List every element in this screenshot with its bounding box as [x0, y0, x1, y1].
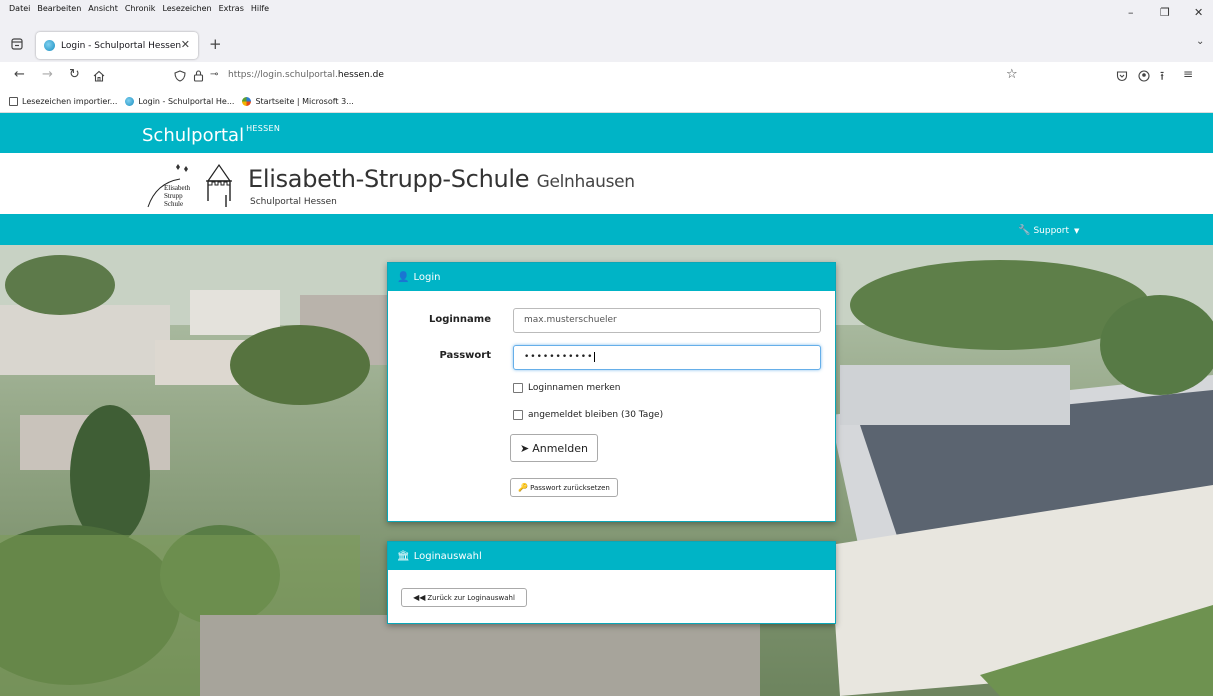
remember-checkbox[interactable]: Loginnamen merken	[513, 383, 621, 393]
password-reset-label: Passwort zurücksetzen	[530, 483, 610, 492]
school-city: Gelnhausen	[536, 172, 635, 192]
url-prefix: https://login.schulportal.	[228, 70, 338, 80]
double-left-icon: ◀◀	[413, 593, 426, 602]
menu-hamburger-icon[interactable]: ≡	[1183, 67, 1193, 81]
new-tab-icon[interactable]: +	[209, 35, 222, 53]
bookmark-schulportal[interactable]: Login - Schulportal He...	[125, 96, 235, 106]
password-value: •••••••••••	[524, 352, 594, 362]
back-to-login-choice-button[interactable]: ◀◀ Zurück zur Loginauswahl	[401, 588, 527, 607]
login-panel-header: 👤 Login	[388, 263, 835, 291]
chevron-down-icon[interactable]: ⌄	[1196, 36, 1204, 47]
portal-top-band: Schulportal HESSEN	[0, 113, 1213, 153]
text-cursor	[594, 352, 596, 362]
menu-hilfe[interactable]: Hilfe	[251, 4, 269, 13]
school-name: Elisabeth-Strupp-Schule Gelnhausen	[248, 165, 635, 193]
forward-icon[interactable]: →	[42, 67, 53, 82]
key-icon: 🔑	[518, 483, 529, 492]
remember-checkbox-label: Loginnamen merken	[528, 383, 621, 393]
reload-icon[interactable]: ↻	[69, 67, 80, 82]
bookmarks-bar: Lesezeichen importier... Login - Schulpo…	[0, 90, 1213, 113]
back-icon[interactable]: ←	[14, 67, 25, 82]
close-window-icon[interactable]: ✕	[1194, 6, 1203, 19]
menu-ansicht[interactable]: Ansicht	[88, 4, 118, 13]
home-icon[interactable]	[93, 70, 105, 82]
restore-icon[interactable]: ❐	[1160, 6, 1170, 19]
schulportal-favicon-icon	[125, 96, 135, 106]
remember-checkbox-box[interactable]	[513, 383, 523, 393]
tab-list-icon[interactable]	[11, 38, 23, 50]
password-label: Passwort	[439, 350, 491, 361]
share-icon[interactable]: ⭱	[1160, 67, 1164, 88]
bookmark-star-icon[interactable]: ☆	[1006, 67, 1018, 82]
back-to-login-choice-label: Zurück zur Loginauswahl	[427, 593, 515, 602]
support-label: Support	[1033, 225, 1070, 236]
stay-logged-in-checkbox-label: angemeldet bleiben (30 Tage)	[528, 410, 664, 420]
wrench-icon: 🔧	[1018, 225, 1031, 236]
schulportal-favicon-icon	[44, 40, 55, 51]
portal-brand-text: Schulportal	[142, 125, 245, 146]
menu-bearbeiten[interactable]: Bearbeiten	[37, 4, 81, 13]
password-input[interactable]: •••••••••••	[513, 345, 821, 370]
login-submit-button[interactable]: ➤ Anmelden	[510, 434, 598, 462]
url-domain: hessen.de	[337, 70, 384, 80]
import-icon	[9, 96, 18, 106]
stay-logged-in-checkbox[interactable]: angemeldet bleiben (30 Tage)	[513, 410, 663, 420]
portal-brand[interactable]: Schulportal HESSEN	[142, 124, 280, 146]
login-choice-header: 🏛 Loginauswahl	[388, 542, 835, 570]
bookmark-microsoft-label: Startseite | Microsoft 3...	[255, 96, 354, 106]
school-name-text: Elisabeth-Strupp-Schule	[248, 165, 530, 193]
bookmark-import-label: Lesezeichen importier...	[22, 96, 118, 106]
account-icon[interactable]	[1138, 70, 1150, 82]
portal-brand-sup: HESSEN	[246, 124, 281, 133]
bookmark-import[interactable]: Lesezeichen importier...	[9, 96, 118, 106]
menu-lesezeichen[interactable]: Lesezeichen	[162, 4, 211, 13]
minimize-icon[interactable]: –	[1128, 6, 1134, 19]
sign-in-icon: ➤	[520, 441, 530, 455]
tab-title: Login - Schulportal Hessen	[61, 40, 182, 51]
bookmark-microsoft[interactable]: Startseite | Microsoft 3...	[242, 96, 354, 106]
login-choice-panel: 🏛 Loginauswahl ◀◀ Zurück zur Loginauswah…	[387, 541, 836, 624]
close-tab-icon[interactable]: ✕	[181, 38, 190, 51]
menu-extras[interactable]: Extras	[219, 4, 244, 13]
logo-text-schule: Schule	[164, 200, 183, 208]
user-icon: 👤	[397, 271, 410, 283]
login-choice-title: Loginauswahl	[413, 550, 482, 562]
url-bar[interactable]: https://login.schulportal.hessen.de	[228, 70, 384, 80]
shield-icon[interactable]	[174, 70, 186, 82]
microsoft-favicon-icon	[242, 96, 252, 106]
menu-bar: Datei Bearbeiten Ansicht Chronik Lesezei…	[0, 0, 1213, 26]
tab-bar: Login - Schulportal Hessen ✕ + ⌄	[0, 26, 1213, 62]
login-submit-label: Anmelden	[532, 441, 588, 455]
bookmark-schulportal-label: Login - Schulportal He...	[138, 96, 235, 106]
menu-datei[interactable]: Datei	[9, 4, 30, 13]
caret-down-icon: ▼	[1074, 226, 1080, 235]
password-reset-button[interactable]: 🔑 Passwort zurücksetzen	[510, 478, 618, 497]
institution-icon: 🏛	[397, 550, 410, 562]
nav-toolbar: ← → ↻ ⊸ https://login.schulportal.hessen…	[0, 62, 1213, 90]
logo-text-strupp: Strupp	[164, 192, 183, 200]
login-panel: 👤 Login Loginname max.musterschueler Pas…	[387, 262, 836, 522]
school-logo-icon: Elisabeth Strupp Schule	[147, 163, 232, 208]
login-panel-title: Login	[413, 271, 441, 283]
logo-text-elisabeth: Elisabeth	[164, 184, 191, 192]
key-permission-icon[interactable]: ⊸	[210, 69, 218, 80]
support-dropdown[interactable]: 🔧 Support ▼	[1018, 225, 1079, 236]
stay-logged-in-checkbox-box[interactable]	[513, 410, 523, 420]
username-input[interactable]: max.musterschueler	[513, 308, 821, 333]
pocket-icon[interactable]	[1116, 70, 1128, 82]
lock-icon[interactable]	[193, 69, 204, 82]
school-subtitle: Schulportal Hessen	[250, 197, 337, 207]
tab-login[interactable]: Login - Schulportal Hessen ✕	[36, 32, 198, 59]
username-label: Loginname	[428, 314, 491, 325]
menu-chronik[interactable]: Chronik	[125, 4, 156, 13]
school-header: Elisabeth Strupp Schule Elisabeth-Strupp…	[0, 153, 1213, 214]
portal-nav-band: 🔧 Support ▼	[0, 214, 1213, 245]
